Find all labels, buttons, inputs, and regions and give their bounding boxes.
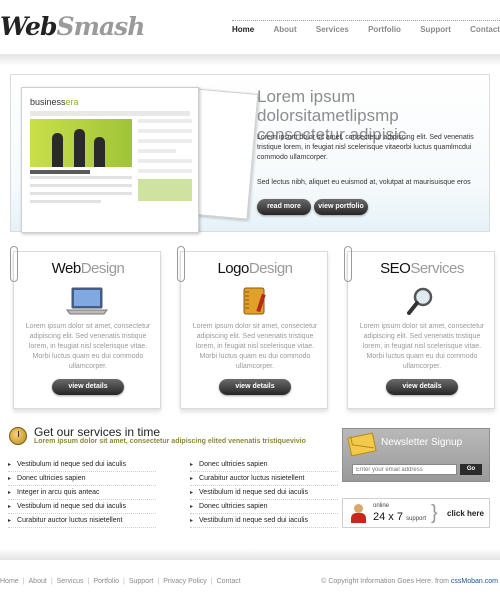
nav-support[interactable]: Support: [420, 25, 451, 34]
service-title-dark: SEO: [380, 260, 411, 277]
view-portfolio-button[interactable]: view portfolio: [314, 199, 368, 215]
hero-banner: businessera Lorem ipsum dolorsitametlips…: [10, 74, 490, 233]
service-text: Lorem ipsum dolor sit amet, consectetur …: [25, 323, 151, 370]
envelope-icon: [347, 432, 377, 457]
site-logo[interactable]: WebSmash: [0, 12, 145, 41]
view-details-button[interactable]: view details: [386, 379, 458, 395]
logo-web: Web: [0, 12, 57, 41]
hero-screenshot-image: businessera: [21, 87, 259, 233]
view-details-button[interactable]: view details: [219, 379, 291, 395]
service-box-logodesign: LogoDesign Lorem ipsum dolor sit amet, c…: [177, 246, 329, 409]
nav-contact[interactable]: Contact: [470, 25, 500, 34]
view-details-button[interactable]: view details: [52, 379, 124, 395]
nav-home[interactable]: Home: [232, 25, 254, 34]
site-header: WebSmash Home About Services Portfolio S…: [0, 0, 500, 58]
person-figure: [52, 133, 63, 167]
support-online-label: online: [373, 503, 390, 509]
list-item[interactable]: Donec ultricies sapien: [190, 458, 338, 472]
service-title: WebDesign: [14, 260, 162, 277]
support-hours-value: 24 x 7: [373, 511, 403, 523]
footer-copyright: © Copyright Information Goes Here. from …: [321, 578, 498, 585]
read-more-button[interactable]: read more: [257, 199, 311, 215]
nav-about[interactable]: About: [274, 25, 297, 34]
footer-link-services[interactable]: Servicus: [57, 578, 84, 585]
service-title-light: Design: [80, 260, 125, 277]
nav-portfolio[interactable]: Portfolio: [368, 25, 401, 34]
list-item[interactable]: Donec ultricies sapien: [8, 472, 156, 486]
mini-logo-b: era: [65, 97, 79, 107]
list-item[interactable]: Vestibulum id neque sed dui iaculis: [190, 514, 338, 528]
hero-paragraph-2: Sed lectus nibh, aliquet eu euismod at, …: [257, 179, 471, 186]
list-item[interactable]: Vestibulum id neque sed dui iaculis: [8, 458, 156, 472]
support-click-here-link[interactable]: click here: [447, 509, 484, 518]
service-box-seoservices: SEOServices Lorem ipsum dolor sit amet, …: [344, 246, 496, 409]
laptop-icon: [64, 286, 110, 316]
nav-services[interactable]: Services: [316, 25, 349, 34]
footer-link-home[interactable]: Home: [0, 578, 19, 585]
mini-sidebar: [138, 119, 192, 229]
service-title-light: Design: [248, 260, 293, 277]
services-list-right: Donec ultricies sapien Curabitur auctor …: [190, 458, 338, 528]
footer-link-portfolio[interactable]: Portfolio: [93, 578, 119, 585]
service-title-dark: Web: [51, 260, 82, 277]
screenshot-front: businessera: [21, 87, 199, 233]
clock-icon: [9, 427, 27, 445]
footer-link-contact[interactable]: Contact: [217, 578, 241, 585]
service-box-webdesign: WebDesign Lorem ipsum dolor sit amet, co…: [10, 246, 162, 409]
newsletter-go-button[interactable]: Go: [460, 464, 482, 475]
header-shadow: [0, 54, 500, 66]
person-figure: [94, 137, 105, 167]
site-footer: Home | About | Servicus | Portfolio | Support | Pr…: [0, 560, 500, 610]
list-item[interactable]: Curabitur auctor luctus nisietellent: [8, 514, 156, 528]
list-item[interactable]: Donec ultricies sapien: [190, 500, 338, 514]
list-item[interactable]: Vestibulum id neque sed dui iaculis: [190, 486, 338, 500]
online-support-box: online 24 x 7 support } click here: [342, 498, 490, 528]
footer-links: Home | About | Servicus | Portfolio | Support | Pr…: [0, 578, 241, 585]
support-agent-icon: [349, 504, 367, 524]
service-title-dark: Logo: [217, 260, 249, 277]
mini-heading: [30, 170, 90, 174]
services-subheading: Lorem ipsum dolor sit amet, consectetur …: [34, 438, 306, 445]
services-heading: Get our services in time: [34, 425, 161, 439]
newsletter-box: Newsletter Signup Go: [342, 428, 490, 482]
service-title: LogoDesign: [181, 260, 329, 277]
person-figure: [74, 129, 85, 167]
support-label: support: [406, 516, 427, 522]
nav-divider: [232, 20, 500, 21]
newsletter-title: Newsletter Signup: [381, 437, 463, 448]
footer-link-privacy[interactable]: Privacy Policy: [163, 578, 207, 585]
newsletter-email-input[interactable]: [352, 464, 457, 475]
magnifier-icon: [398, 286, 444, 316]
main-nav: Home About Services Portfolio Support Co…: [232, 25, 500, 34]
footer-shadow: [0, 548, 500, 560]
brace-icon: }: [431, 502, 438, 524]
notebook-pen-icon: [231, 286, 277, 316]
footer-link-about[interactable]: About: [29, 578, 47, 585]
services-list-left: Vestibulum id neque sed dui iaculis Done…: [8, 458, 156, 528]
service-text: Lorem ipsum dolor sit amet, consectetur …: [192, 323, 318, 370]
copyright-link[interactable]: cssMoban.com: [451, 578, 498, 585]
service-title-light: Services: [410, 260, 464, 277]
list-item[interactable]: Vestibulum id neque sed dui iaculis: [8, 500, 156, 514]
list-item[interactable]: Integer in arcu quis anteac: [8, 486, 156, 500]
support-hours: 24 x 7 support: [373, 511, 426, 523]
mini-text-lines: [30, 176, 132, 208]
service-title: SEOServices: [348, 260, 496, 277]
list-item[interactable]: Curabitur auctor luctus nisietellent: [190, 472, 338, 486]
hero-paragraph: Lorem ipsum dolor sit amet, consectetur …: [257, 134, 474, 161]
mini-logo: businessera: [30, 97, 79, 107]
service-text: Lorem ipsum dolor sit amet, consectetur …: [359, 323, 485, 370]
footer-link-support[interactable]: Support: [129, 578, 154, 585]
logo-smash: Smash: [56, 12, 145, 41]
mini-logo-a: business: [30, 97, 66, 107]
mini-team-photo: [30, 119, 132, 167]
mini-nav-bar: [30, 111, 190, 116]
copyright-text: © Copyright Information Goes Here. from: [321, 578, 449, 585]
